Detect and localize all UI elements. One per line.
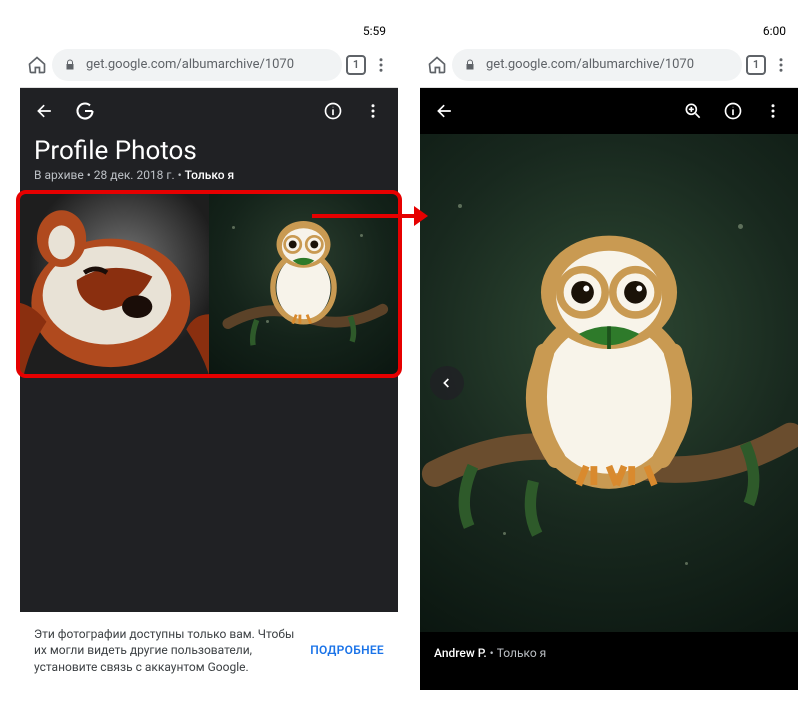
phone-screen-viewer: 6:00 get.google.com/albumarchive/1070 1 <box>420 20 798 690</box>
album-header <box>20 88 398 132</box>
owl-illustration-full <box>420 134 798 632</box>
google-g-icon <box>74 100 96 122</box>
back-icon[interactable] <box>434 100 456 122</box>
home-icon[interactable] <box>26 54 48 76</box>
album-meta-privacy: Только я <box>185 168 235 182</box>
tab-switcher[interactable]: 1 <box>746 55 766 75</box>
red-panda-photo <box>20 194 209 374</box>
viewer-footer: Andrew P. • Только я <box>420 632 798 690</box>
photo-privacy: Только я <box>497 646 547 660</box>
browser-toolbar: get.google.com/albumarchive/1070 1 <box>20 42 398 88</box>
zoom-icon[interactable] <box>682 100 704 122</box>
status-time: 6:00 <box>763 24 786 38</box>
album-view: Profile Photos В архиве • 28 дек. 2018 г… <box>20 88 398 690</box>
url-text: get.google.com/albumarchive/1070 <box>86 57 294 72</box>
privacy-banner: Эти фотографии доступны только вам. Чтоб… <box>20 612 398 690</box>
previous-photo-button[interactable] <box>430 366 464 400</box>
browser-toolbar: get.google.com/albumarchive/1070 1 <box>420 42 798 88</box>
url-text: get.google.com/albumarchive/1070 <box>486 57 694 72</box>
photo-thumb-1[interactable] <box>20 194 209 374</box>
album-meta-archived: В архиве <box>34 168 84 182</box>
more-icon[interactable] <box>362 100 384 122</box>
address-bar[interactable]: get.google.com/albumarchive/1070 <box>52 49 342 81</box>
photo-viewer: Andrew P. • Только я <box>420 88 798 690</box>
home-icon[interactable] <box>426 54 448 76</box>
privacy-banner-learn-more[interactable]: ПОДРОБНЕЕ <box>310 642 384 659</box>
phone-screen-album: 5:59 get.google.com/albumarchive/1070 1 <box>20 20 398 690</box>
album-meta: В архиве • 28 дек. 2018 г. • Только я <box>20 168 398 194</box>
info-icon[interactable] <box>322 100 344 122</box>
status-bar: 5:59 <box>20 20 398 42</box>
owl-illustration <box>209 194 398 374</box>
photo-grid <box>20 194 398 374</box>
lock-icon <box>64 58 78 72</box>
status-bar: 6:00 <box>420 20 798 42</box>
info-icon[interactable] <box>722 100 744 122</box>
back-icon[interactable] <box>34 100 56 122</box>
album-title: Profile Photos <box>20 132 398 168</box>
lock-icon <box>464 58 478 72</box>
privacy-banner-text: Эти фотографии доступны только вам. Чтоб… <box>34 626 298 676</box>
tab-switcher[interactable]: 1 <box>346 55 366 75</box>
more-icon[interactable] <box>762 100 784 122</box>
photo-author: Andrew P. <box>434 646 487 660</box>
viewer-header <box>420 88 798 134</box>
status-time: 5:59 <box>363 24 386 38</box>
viewer-canvas[interactable] <box>420 134 798 632</box>
album-meta-date: 28 дек. 2018 г. <box>94 168 175 182</box>
browser-menu-icon[interactable] <box>770 56 792 74</box>
browser-menu-icon[interactable] <box>370 56 392 74</box>
photo-thumb-2[interactable] <box>209 194 398 374</box>
address-bar[interactable]: get.google.com/albumarchive/1070 <box>452 49 742 81</box>
